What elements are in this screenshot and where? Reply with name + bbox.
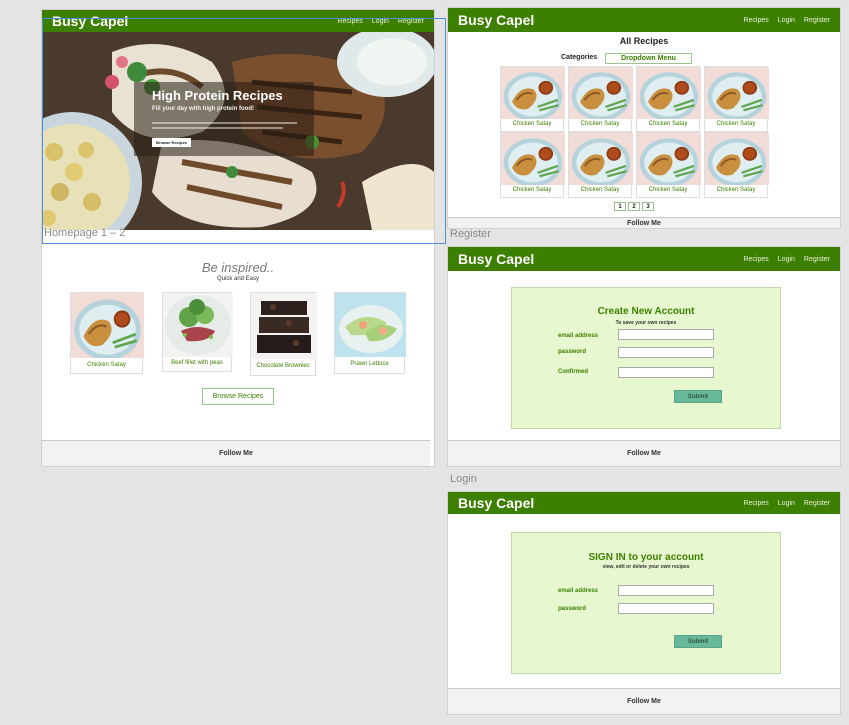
login-footer: Follow Me bbox=[448, 688, 840, 714]
page-1-button[interactable]: 1 bbox=[614, 202, 626, 211]
password-field[interactable] bbox=[618, 347, 714, 358]
inspired-title: Be inspired.. bbox=[201, 260, 275, 275]
chicken-satay-image bbox=[501, 67, 565, 119]
email-label: email address bbox=[558, 588, 599, 594]
homepage-artboard-label: Homepage 1 – 2 bbox=[44, 227, 126, 239]
recipe-card[interactable]: Chicken Satay bbox=[636, 66, 700, 132]
nav-link-recipes[interactable]: Recipes bbox=[743, 17, 768, 24]
chicken-satay-image bbox=[705, 67, 769, 119]
inspired-card-chocolate-brownies[interactable]: Chocolate Brownies bbox=[250, 292, 317, 376]
recipe-card[interactable]: Chicken Satay bbox=[704, 132, 768, 198]
register-footer: Follow Me bbox=[448, 440, 840, 466]
prawn-lettuce-image bbox=[335, 293, 406, 357]
card-caption: Chicken Satay bbox=[648, 187, 688, 193]
chicken-satay-image bbox=[71, 293, 144, 358]
confirm-password-field[interactable] bbox=[618, 367, 714, 378]
card-caption: Chicken Satay bbox=[648, 121, 688, 127]
register-artboard-label: Register bbox=[450, 228, 491, 240]
page-2-button[interactable]: 2 bbox=[628, 202, 640, 211]
login-artboard-label: Login bbox=[450, 473, 477, 485]
chicken-satay-image bbox=[637, 133, 701, 185]
nav-link-recipes[interactable]: Recipes bbox=[743, 500, 768, 507]
nav-links: Recipes Login Register bbox=[743, 500, 830, 507]
navbar: Busy Capel Recipes Login Register bbox=[448, 492, 840, 514]
recipe-card[interactable]: Chicken Satay bbox=[500, 66, 564, 132]
password-label: password bbox=[558, 606, 587, 612]
chocolate-brownies-image bbox=[251, 293, 317, 359]
login-title: SIGN IN to your account bbox=[588, 552, 704, 563]
card-caption: Beef fillet with peas bbox=[171, 360, 223, 366]
recipe-card[interactable]: Chicken Satay bbox=[636, 132, 700, 198]
card-caption: Chocolate Brownies bbox=[256, 363, 310, 369]
recipe-grid: Chicken Satay Chicken Satay Chicken Sata… bbox=[500, 66, 820, 198]
card-caption: Chicken Satay bbox=[580, 121, 620, 127]
nav-link-recipes[interactable]: Recipes bbox=[743, 256, 768, 263]
chicken-satay-image bbox=[501, 133, 565, 185]
category-dropdown[interactable]: Dropdown Menu bbox=[605, 53, 692, 64]
pagination: 1 2 3 bbox=[614, 202, 654, 211]
chicken-satay-image bbox=[637, 67, 701, 119]
login-subtitle: view, edit or delete your own recipes bbox=[602, 564, 690, 570]
nav-link-register[interactable]: Register bbox=[804, 256, 830, 263]
card-caption: Chicken Satay bbox=[87, 361, 126, 368]
login-form: SIGN IN to your account view, edit or de… bbox=[511, 532, 781, 674]
brand-logo[interactable]: Busy Capel bbox=[458, 495, 534, 511]
nav-link-login[interactable]: Login bbox=[778, 256, 795, 263]
login-artboard: Busy Capel Recipes Login Register SIGN I… bbox=[448, 492, 840, 714]
email-field[interactable] bbox=[618, 329, 714, 340]
navbar: Busy Capel Recipes Login Register bbox=[448, 8, 840, 32]
beef-fillet-image bbox=[163, 293, 233, 357]
recipe-card[interactable]: Chicken Satay bbox=[568, 132, 632, 198]
inspired-subtitle: Quick and Easy bbox=[216, 276, 260, 282]
inspired-card-chicken-satay[interactable]: Chicken Satay bbox=[70, 292, 143, 374]
card-caption: Prawn Lettuce bbox=[350, 361, 389, 367]
card-caption: Chicken Satay bbox=[512, 187, 552, 193]
nav-links: Recipes Login Register bbox=[743, 17, 830, 24]
card-caption: Chicken Satay bbox=[716, 187, 756, 193]
email-field[interactable] bbox=[618, 585, 714, 596]
login-submit-button[interactable]: Submit bbox=[674, 635, 722, 648]
recipes-title: All Recipes bbox=[619, 36, 669, 46]
nav-link-register[interactable]: Register bbox=[804, 17, 830, 24]
card-caption: Chicken Satay bbox=[512, 121, 552, 127]
register-submit-button[interactable]: Submit bbox=[674, 390, 722, 403]
inspired-card-prawn-lettuce[interactable]: Prawn Lettuce bbox=[334, 292, 406, 374]
recipe-card[interactable]: Chicken Satay bbox=[704, 66, 768, 132]
register-title: Create New Account bbox=[597, 306, 695, 317]
chicken-satay-image bbox=[569, 67, 633, 119]
register-subtitle: To save your own recipes bbox=[615, 320, 677, 326]
password-label: password bbox=[558, 349, 587, 355]
confirm-label: Confirmed bbox=[558, 369, 588, 375]
nav-link-register[interactable]: Register bbox=[804, 500, 830, 507]
navbar: Busy Capel Recipes Login Register bbox=[448, 247, 840, 271]
inspired-card-beef-fillet[interactable]: Beef fillet with peas bbox=[162, 292, 233, 372]
recipe-card[interactable]: Chicken Satay bbox=[568, 66, 632, 132]
recipes-footer: Follow Me bbox=[448, 217, 840, 228]
inspired-browse-button[interactable]: Browse Recipes bbox=[202, 388, 274, 405]
brand-logo[interactable]: Busy Capel bbox=[458, 251, 534, 267]
homepage-footer: Follow Me bbox=[42, 440, 430, 466]
nav-links: Recipes Login Register bbox=[743, 256, 830, 263]
chicken-satay-image bbox=[705, 133, 769, 185]
card-caption: Chicken Satay bbox=[716, 121, 756, 127]
password-field[interactable] bbox=[618, 603, 714, 614]
categories-label: Categories bbox=[561, 54, 598, 61]
chicken-satay-image bbox=[569, 133, 633, 185]
card-caption: Chicken Satay bbox=[580, 187, 620, 193]
email-label: email address bbox=[558, 333, 599, 339]
homepage-selection-frame bbox=[42, 18, 446, 244]
register-form: Create New Account To save your own reci… bbox=[511, 287, 781, 429]
register-artboard: Busy Capel Recipes Login Register Create… bbox=[448, 247, 840, 466]
page-3-button[interactable]: 3 bbox=[642, 202, 654, 211]
brand-logo[interactable]: Busy Capel bbox=[458, 12, 534, 28]
recipes-artboard: Busy Capel Recipes Login Register All Re… bbox=[448, 8, 840, 228]
nav-link-login[interactable]: Login bbox=[778, 500, 795, 507]
recipe-card[interactable]: Chicken Satay bbox=[500, 132, 564, 198]
nav-link-login[interactable]: Login bbox=[778, 17, 795, 24]
